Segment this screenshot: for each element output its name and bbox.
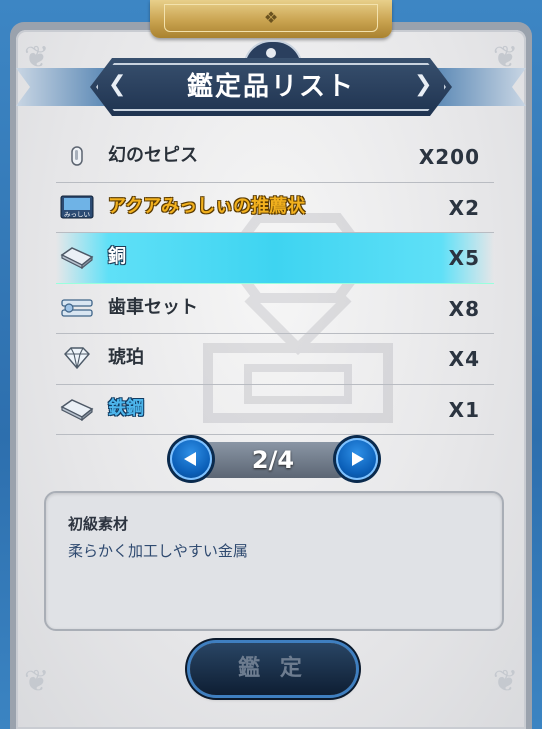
corner-flourish-icon: ❦	[492, 664, 518, 699]
item-quantity: X1	[448, 397, 480, 422]
appraisal-item-list: 幻のセピス X200 みっしい アクアみっしぃの推薦状 X2 銅 X5 歯車セッ…	[56, 132, 494, 435]
item-name: 琥珀	[108, 347, 144, 368]
appraise-button-label: 鑑 定	[238, 656, 308, 681]
list-item[interactable]: みっしい アクアみっしぃの推薦状 X2	[56, 183, 494, 233]
list-item[interactable]: 幻のセピス X200	[56, 132, 494, 183]
item-name: 幻のセピス	[108, 145, 198, 166]
metal-ingot-icon	[60, 398, 94, 421]
page-navigator: 2/4	[166, 438, 380, 482]
item-quantity: X2	[448, 195, 480, 220]
list-item-selected[interactable]: 銅 X5	[56, 233, 494, 284]
list-item[interactable]: 鉄鋼 X1	[56, 385, 494, 435]
item-name: アクアみっしぃの推薦状	[108, 195, 306, 217]
item-name: 鉄鋼	[108, 397, 144, 419]
item-quantity: X8	[448, 296, 480, 321]
sepith-drop-icon	[71, 146, 83, 166]
item-quantity: X5	[448, 246, 480, 270]
item-quantity: X4	[448, 347, 480, 371]
list-item[interactable]: 琥珀 X4	[56, 334, 494, 385]
corner-flourish-icon: ❦	[24, 664, 50, 699]
gem-icon	[64, 347, 90, 370]
page-title: 鑑定品リスト	[186, 72, 355, 102]
ornament-icon: ❖	[263, 8, 279, 27]
item-quantity: X200	[418, 145, 480, 169]
item-description-box: 初級素材 柔らかく加工しやすい金属	[44, 491, 504, 631]
letter-card-icon: みっしい	[60, 195, 94, 218]
gear-set-icon	[61, 298, 93, 317]
page-counter: 2/4	[251, 446, 295, 474]
top-gold-tab: ❖	[150, 0, 392, 38]
item-name: 銅	[108, 246, 126, 267]
item-name: 歯車セット	[108, 296, 198, 318]
icon-label: みっしい	[64, 210, 90, 218]
metal-ingot-icon	[60, 247, 94, 269]
item-category: 初級素材	[68, 515, 129, 533]
list-item[interactable]: 歯車セット X8	[56, 284, 494, 334]
appraise-button[interactable]: 鑑 定	[190, 643, 356, 695]
crest-ornament-icon	[266, 48, 276, 58]
item-description: 柔らかく加工しやすい金属	[68, 542, 248, 560]
